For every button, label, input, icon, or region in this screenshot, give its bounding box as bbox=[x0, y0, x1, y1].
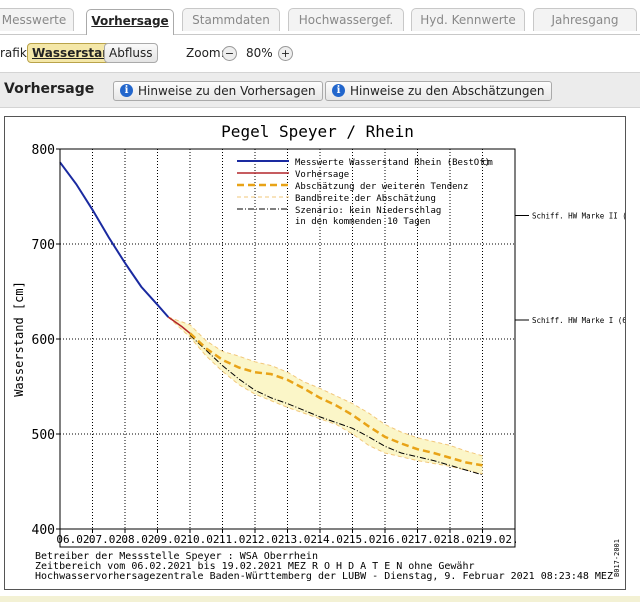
abfluss-button[interactable]: Abfluss bbox=[104, 43, 158, 63]
section-title: Vorhersage bbox=[4, 81, 95, 97]
hw-mark-label: Schiff. HW Marke II (730c bbox=[532, 212, 625, 221]
legend-label: Szenario: kein Niederschlag bbox=[295, 206, 441, 216]
section-header: Vorhersage i Hinweise zu den Vorhersagen… bbox=[0, 72, 640, 108]
tab-hochwassergef[interactable]: Hochwassergef. bbox=[288, 8, 404, 31]
hint-forecast-button[interactable]: i Hinweise zu den Vorhersagen bbox=[113, 81, 323, 101]
side-id-text: B017-2001 bbox=[613, 539, 621, 577]
y-tick-label: 400 bbox=[32, 523, 55, 538]
legend-label: Abschätzung der weiteren Tendenz bbox=[295, 182, 468, 192]
hint-forecast-label: Hinweise zu den Vorhersagen bbox=[138, 84, 316, 98]
info-icon: i bbox=[332, 84, 345, 97]
legend-label: in den kommenden 10 Tagen bbox=[295, 217, 430, 227]
hint-estimates-button[interactable]: i Hinweise zu den Abschätzungen bbox=[325, 81, 552, 101]
hw-mark-label: Schiff. HW Marke I (620c bbox=[532, 316, 625, 325]
footer-line: Hochwasservorhersagezentrale Baden-Württ… bbox=[35, 571, 613, 582]
legend-label: Messwerte Wasserstand Rhein (BestOf) bbox=[295, 158, 490, 168]
y-tick-label: 600 bbox=[32, 333, 55, 348]
zoom-out-button[interactable]: − bbox=[222, 46, 237, 61]
tab-vorhersage[interactable]: Vorhersage bbox=[86, 9, 174, 35]
chart-title: Pegel Speyer / Rhein bbox=[221, 122, 414, 141]
y-tick-label: 500 bbox=[32, 428, 55, 443]
zoom-label: Zoom: bbox=[186, 46, 225, 60]
tab-hyd-kennwerte[interactable]: Hyd. Kennwerte bbox=[411, 8, 525, 31]
band-area bbox=[168, 317, 483, 474]
legend-unit: cm bbox=[482, 158, 493, 168]
tab-stammdaten[interactable]: Stammdaten bbox=[182, 8, 280, 31]
tab-messwerte[interactable]: Messwerte bbox=[0, 8, 74, 31]
y-tick-label: 800 bbox=[32, 143, 55, 158]
zoom-in-button[interactable]: + bbox=[278, 46, 293, 61]
tab-bar: Messwerte Vorhersage Stammdaten Hochwass… bbox=[0, 0, 640, 35]
chart-frame: 400 500 600 700 800 06.02. 07.02. 08.02. 09.02. 1… bbox=[4, 116, 640, 590]
page-footer-bar bbox=[0, 596, 640, 602]
y-axis-title: Wasserstand [cm] bbox=[12, 281, 26, 397]
zoom-value: 80% bbox=[246, 46, 273, 60]
legend: Messwerte Wasserstand Rhein (BestOf)cm Vo… bbox=[237, 158, 493, 227]
x-tick-label: 19.02. bbox=[479, 533, 519, 546]
tab-jahresgang[interactable]: Jahresgang bbox=[533, 8, 637, 31]
band-upper-line bbox=[168, 316, 483, 457]
legend-label: Vorhersage bbox=[295, 170, 349, 180]
forecast-chart: 40050060070080006.02.07.02.08.02.09.02.1… bbox=[12, 122, 640, 582]
hint-estimates-label: Hinweise zu den Abschätzungen bbox=[350, 84, 545, 98]
series-line-measured bbox=[59, 161, 170, 318]
info-icon: i bbox=[120, 84, 133, 97]
chart-toolbar: rafik: Wasserstand Abfluss Zoom: − 80% + bbox=[0, 38, 640, 66]
y-tick-label: 700 bbox=[32, 238, 55, 253]
grid bbox=[60, 149, 515, 529]
legend-label: Bandbreite der Abschätzung bbox=[295, 194, 436, 204]
